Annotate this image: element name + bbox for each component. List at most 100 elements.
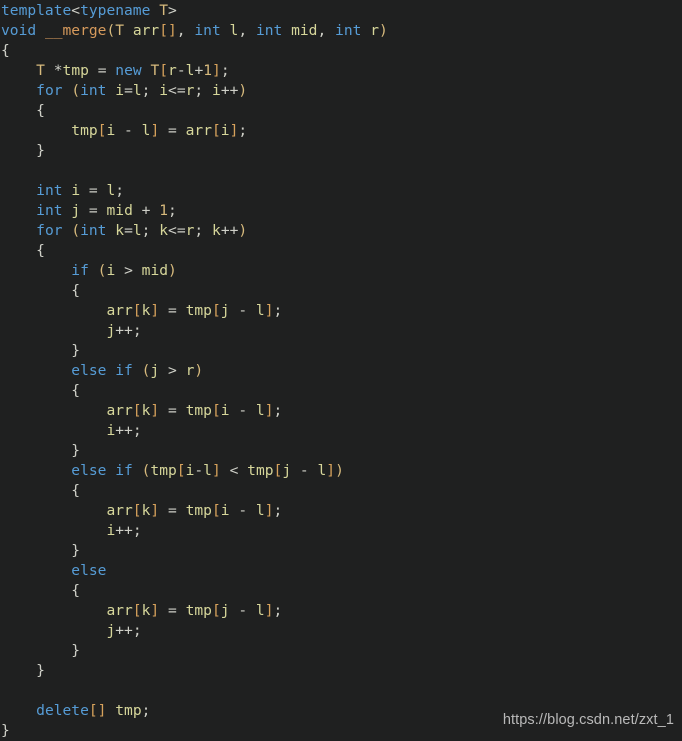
code-line: } [1, 721, 388, 741]
code-token-id: r [168, 62, 177, 79]
code-token-op: - [238, 602, 248, 619]
code-token-kw: else [71, 362, 107, 379]
code-token-par: ( [71, 222, 81, 239]
code-token-brace: } [71, 442, 81, 459]
code-token-op: ; [132, 622, 142, 639]
code-token-op: ; [273, 502, 283, 519]
code-token-kw: template [1, 2, 72, 19]
code-token-pln [177, 362, 186, 379]
code-token-kw: if [115, 462, 133, 479]
code-line: { [1, 101, 388, 121]
code-token-op: ; [273, 602, 283, 619]
code-line: T *tmp = new T[r-l+1]; [1, 61, 388, 81]
code-token-pln [247, 302, 256, 319]
code-token-pln [80, 182, 89, 199]
code-line: arr[k] = tmp[j - l]; [1, 301, 388, 321]
code-token-op: ++ [115, 322, 133, 339]
code-token-brk: [ [211, 302, 221, 319]
code-token-pln [1, 82, 36, 99]
code-token-pln [115, 262, 124, 279]
code-token-pln [133, 262, 142, 279]
code-token-id: l [255, 402, 265, 419]
code-token-op: ; [194, 82, 204, 99]
code-token-brace: } [71, 642, 81, 659]
code-token-pln [45, 62, 54, 79]
code-token-kw: int [36, 182, 63, 199]
code-token-op: - [176, 62, 186, 79]
code-token-op: - [124, 122, 133, 139]
code-token-id: j [106, 622, 116, 639]
code-token-par: ) [238, 222, 248, 239]
code-token-brk: ] [264, 502, 274, 519]
code-token-pln [124, 22, 133, 39]
code-token-brk: [ [132, 402, 142, 419]
code-token-pln [98, 182, 107, 199]
code-token-op: ; [168, 202, 177, 219]
code-token-pln [159, 302, 168, 319]
code-token-pln [133, 462, 142, 479]
code-line: { [1, 241, 388, 261]
code-token-op: ++ [115, 422, 133, 439]
code-token-num: 1 [159, 202, 169, 219]
source-code-block[interactable]: template<typename T> void __merge(T arr[]… [0, 0, 388, 741]
code-line: arr[k] = tmp[i - l]; [1, 501, 388, 521]
code-token-op: - [194, 462, 204, 479]
code-token-pln [230, 402, 239, 419]
code-token-op: ++ [220, 82, 239, 99]
code-token-brk: [ [273, 462, 283, 479]
code-token-id: l [255, 302, 265, 319]
code-token-par: ) [168, 262, 177, 279]
code-token-id: i [115, 82, 125, 99]
code-line: int i = l; [1, 181, 388, 201]
code-token-pln [230, 602, 239, 619]
code-token-brk: [ [159, 62, 169, 79]
code-token-op: < [71, 2, 81, 19]
code-token-type: T [115, 22, 125, 39]
code-token-pln [1, 62, 36, 79]
code-token-op: ; [115, 182, 125, 199]
code-token-brace: { [71, 282, 81, 299]
code-token-pln [1, 122, 71, 139]
code-token-brk: [ [211, 402, 221, 419]
code-line: for (int i=l; i<=r; i++) [1, 81, 388, 101]
code-token-pln [133, 202, 142, 219]
code-token-pln [106, 462, 115, 479]
code-token-id: arr [132, 22, 160, 39]
code-token-pln [230, 302, 239, 319]
code-token-op: = [97, 62, 107, 79]
code-token-pln [1, 602, 106, 619]
code-token-brk: [ [211, 122, 221, 139]
code-token-fn: __merge [44, 22, 107, 39]
code-token-pln [247, 22, 256, 39]
code-token-id: j [220, 302, 230, 319]
code-token-pln [1, 202, 36, 219]
code-token-pln [1, 402, 106, 419]
code-token-op: > [167, 2, 177, 19]
code-line: else [1, 561, 388, 581]
code-token-id: l [255, 602, 265, 619]
code-token-pln [326, 22, 335, 39]
code-token-id: mid [291, 22, 318, 39]
code-token-brk: [ [211, 602, 221, 619]
code-token-brace: { [36, 242, 45, 259]
code-token-brk: [ [132, 302, 142, 319]
code-token-id: tmp [185, 502, 212, 519]
code-token-pln [309, 462, 318, 479]
code-token-op: = [168, 122, 177, 139]
code-token-brk: ] [211, 462, 221, 479]
code-token-op: ; [194, 222, 204, 239]
code-token-brace: } [71, 342, 81, 359]
code-token-kw: int [80, 222, 107, 239]
code-token-pln [159, 402, 168, 419]
code-token-brk: ] [150, 502, 160, 519]
code-token-id: tmp [185, 402, 212, 419]
code-token-pln [203, 222, 212, 239]
code-line: ​ [1, 681, 388, 701]
code-token-id: i [106, 262, 116, 279]
code-token-id: mid [141, 262, 169, 279]
code-token-id: i [106, 522, 116, 539]
code-token-id: j [282, 462, 292, 479]
code-token-pln [177, 302, 186, 319]
code-line: { [1, 381, 388, 401]
code-line: else if (j > r) [1, 361, 388, 381]
